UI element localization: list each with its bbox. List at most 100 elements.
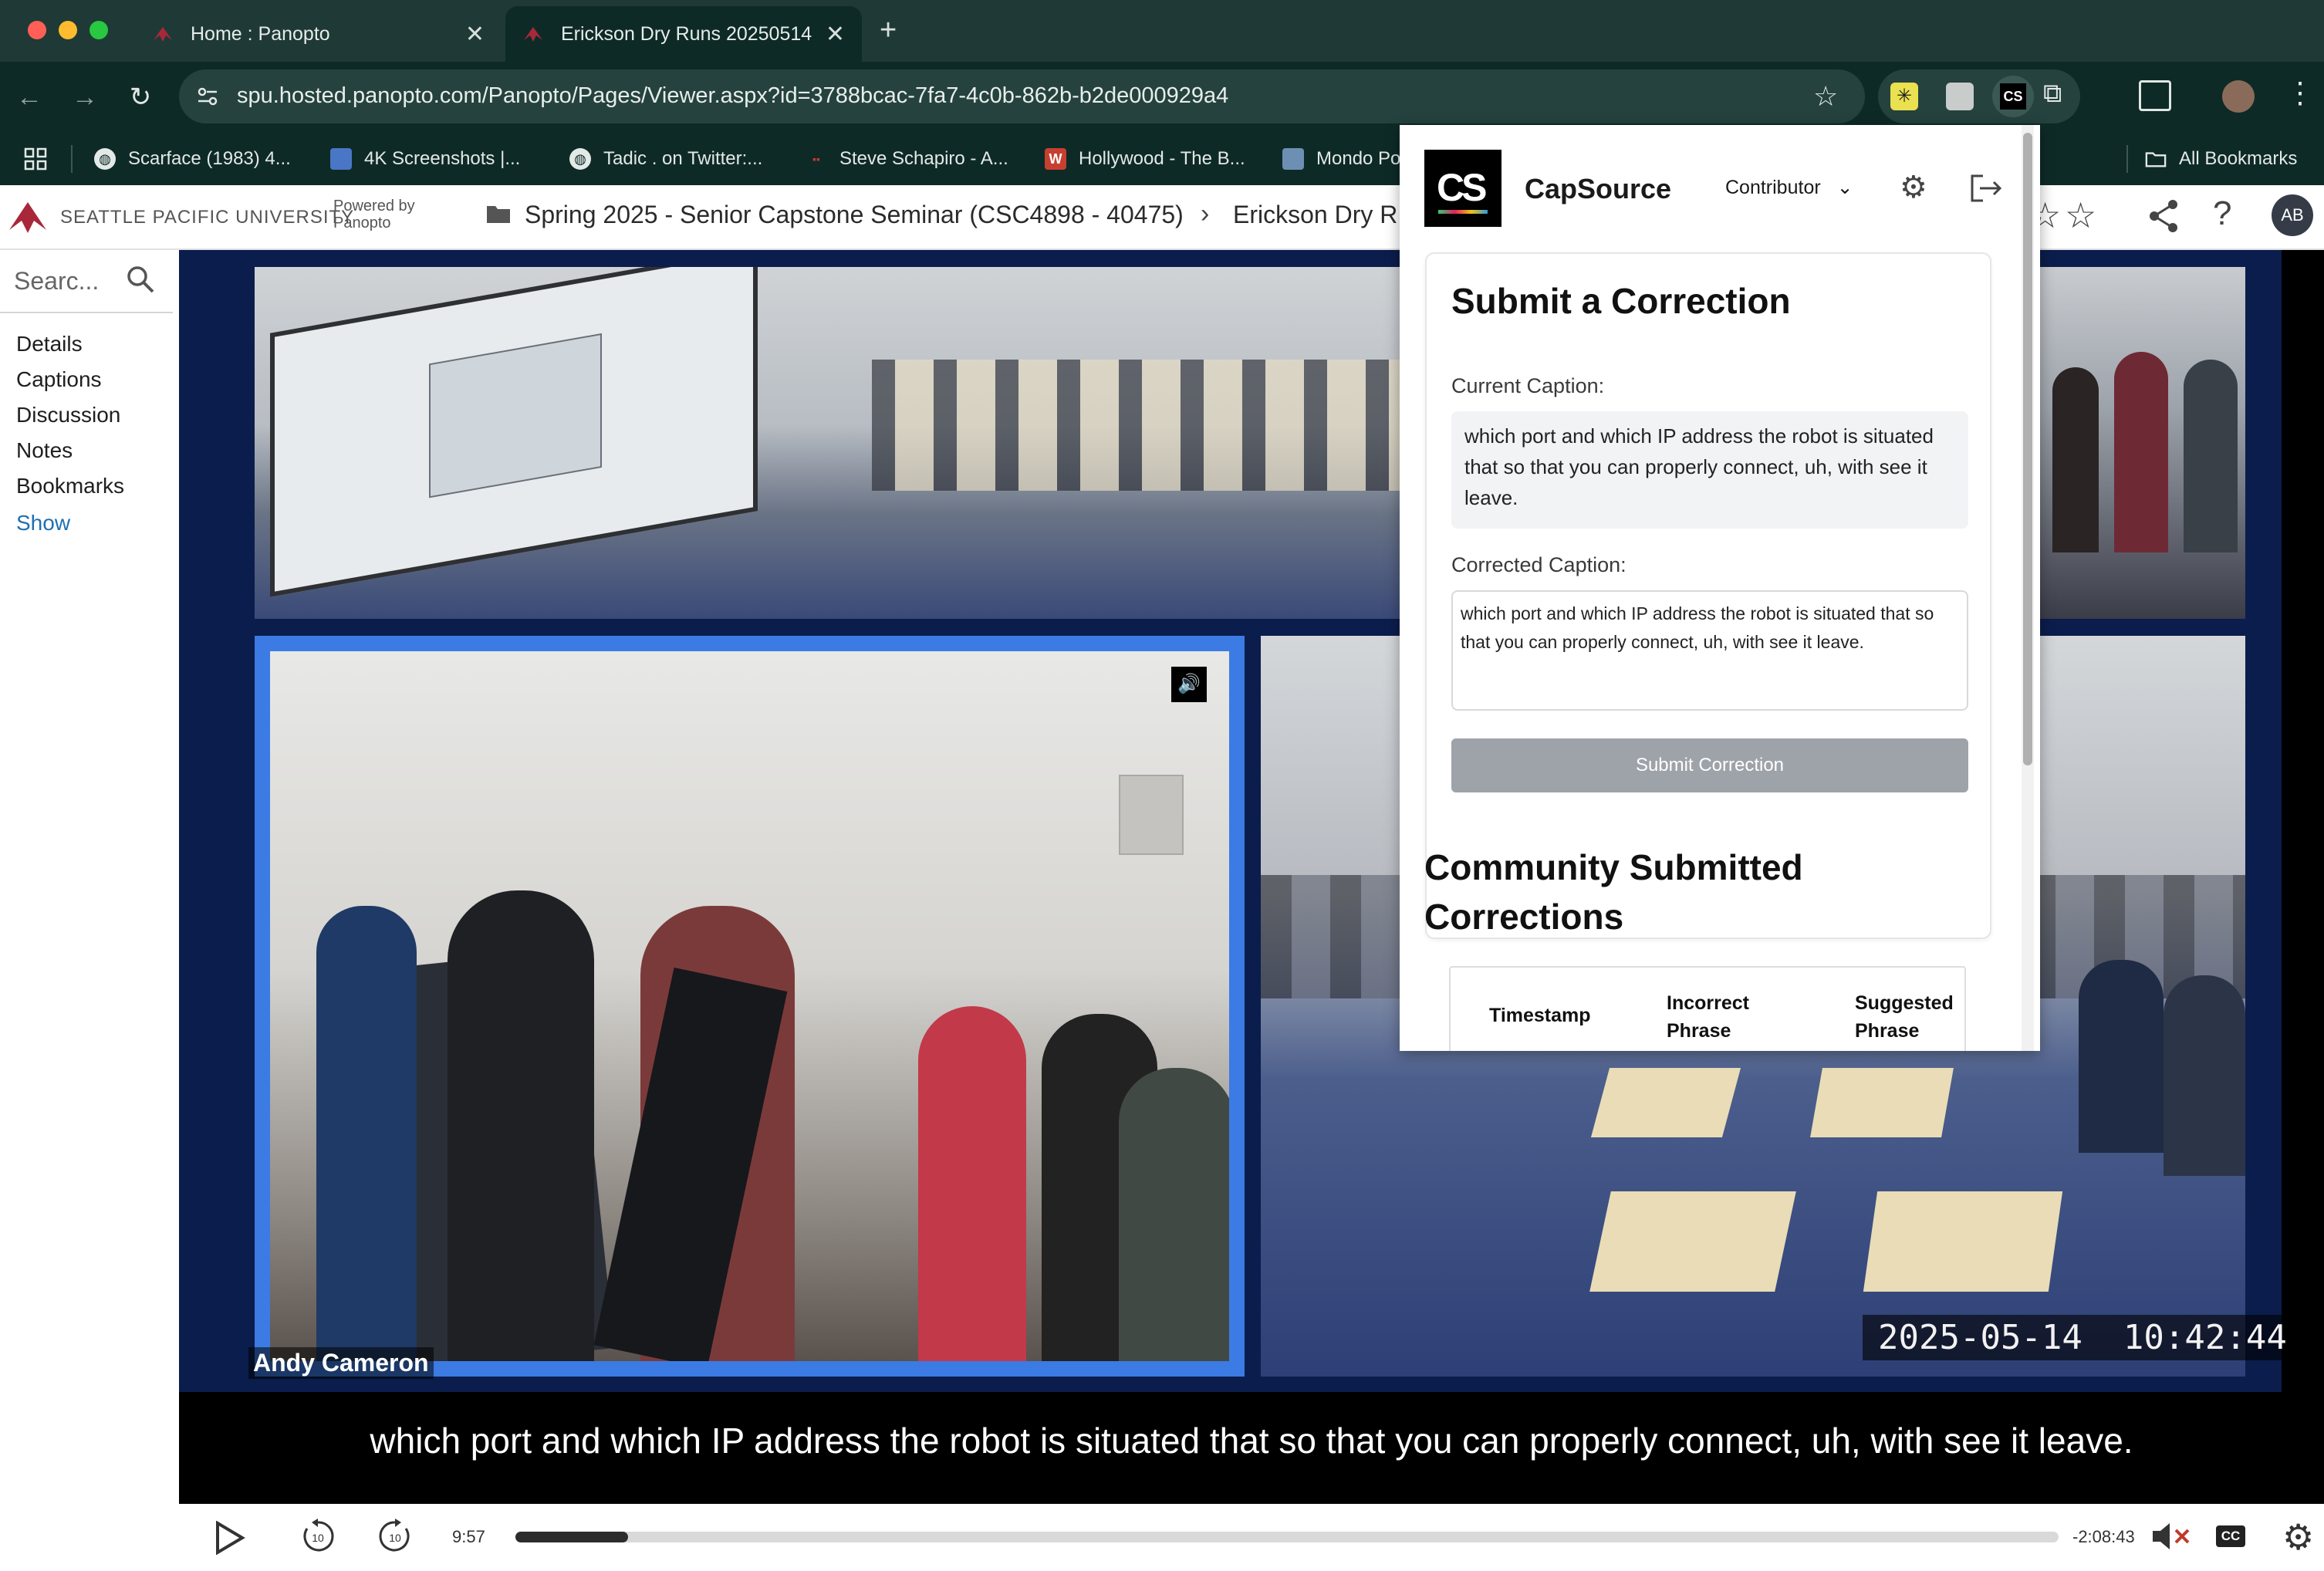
sidebar-item-notes[interactable]: Notes [16,438,73,463]
tab-title: Erickson Dry Runs 20250514 [561,22,812,45]
all-bookmarks[interactable]: All Bookmarks [2145,144,2297,174]
panopto-favicon-icon [152,23,174,45]
close-tab-icon[interactable]: ✕ [465,21,485,48]
mute-icon[interactable] [2151,1521,2191,1556]
share-icon[interactable] [2148,199,2179,237]
tab-search-icon[interactable] [2139,80,2171,111]
table-header-incorrect: Incorrect Phrase [1667,992,1749,1042]
role-label: Contributor [1725,177,1821,198]
bookmark-item[interactable]: Mondo Po [1282,144,1400,174]
card-title: Submit a Correction [1451,281,1791,321]
capsource-extension-icon[interactable]: CS [1992,76,2034,117]
breadcrumb-folder[interactable]: Spring 2025 - Senior Capstone Seminar (C… [525,201,1184,229]
extensions-puzzle-icon[interactable]: ⧉ [2043,79,2062,109]
breadcrumb-session: Erickson Dry R [1233,201,1398,228]
globe-icon: ◍ [94,148,116,170]
folder-icon [2145,148,2167,170]
bookmark-item[interactable]: ◍ Tadic . on Twitter:... [569,144,762,174]
maximize-window-button[interactable] [90,21,108,39]
bookmark-item[interactable]: ▪▪ Steve Schapiro - A... [806,144,1008,174]
extensions-group: ✳ CS ⧉ [1878,69,2080,123]
capsource-popup: CS CapSource Contributor ⌄ ⚙ Submit a Co… [1400,125,2040,1051]
capsource-logo: CS [1424,150,1501,227]
back-button[interactable]: ← [11,79,48,116]
url-text: spu.hosted.panopto.com/Panopto/Pages/Vie… [237,83,1229,108]
bookmark-item[interactable]: 4K Screenshots |... [330,144,520,174]
bookmark-favicon-icon: W [1045,148,1066,170]
bookmark-favicon-icon: ▪▪ [812,153,820,165]
bookmark-item[interactable]: ◍ Scarface (1983) 4... [94,144,291,174]
logout-icon[interactable] [1969,173,2003,208]
close-window-button[interactable] [28,21,46,39]
table-header-timestamp: Timestamp [1489,1005,1591,1026]
viewer-sidebar: Searc... Details Captions Discussion Not… [0,250,179,1571]
seek-progress [515,1532,628,1542]
current-caption-label: Current Caption: [1451,374,1605,397]
sidebar-item-captions[interactable]: Captions [16,367,102,392]
bookmark-star-icon[interactable]: ☆ [1813,80,1838,113]
corrections-table: Timestamp Incorrect Phrase Suggested Phr… [1449,966,1966,1051]
bookmark-item[interactable]: W Hollywood - The B... [1045,144,1245,174]
chevron-down-icon: ⌄ [1836,177,1853,198]
browser-toolbar: ← → ↻ spu.hosted.panopto.com/Panopto/Pag… [0,62,2324,133]
current-caption-text: which port and which IP address the robo… [1451,411,1968,529]
reload-button[interactable]: ↻ [122,79,159,116]
rewind-10-icon[interactable]: 10 [299,1518,336,1559]
tab-title: Home : Panopto [191,22,330,45]
avatar[interactable]: AB [2272,194,2313,236]
sidebar-item-details[interactable]: Details [16,332,83,356]
help-icon[interactable]: ? [2213,194,2231,233]
browser-menu-icon[interactable]: ⋮ [2285,76,2315,110]
table-header-suggested: Suggested Phrase [1855,992,1954,1042]
closed-captions-button[interactable]: CC [2216,1525,2245,1547]
search-input[interactable]: Searc... [14,267,99,296]
minimize-window-button[interactable] [59,21,77,39]
popup-scrollbar-thumb[interactable] [2023,133,2032,765]
university-name: SEATTLE PACIFIC UNIVERSITY [60,207,355,228]
camera-frame-right-top [2037,267,2245,619]
svg-text:10: 10 [389,1532,401,1544]
apps-grid-icon[interactable] [23,144,48,174]
camera-frame-panorama [255,267,1576,619]
tab-erickson-dry-runs[interactable]: Erickson Dry Runs 20250514 ✕ [505,6,862,62]
community-corrections-title: Community Submitted Corrections [1424,847,1803,937]
bookmark-favicon-icon [1282,148,1304,170]
sidebar-item-bookmarks[interactable]: Bookmarks [16,474,124,498]
play-button[interactable] [214,1520,245,1559]
camera-frame-speaker: 🔊 [255,636,1245,1377]
powered-by-panopto: Powered by Panopto [333,198,415,231]
spu-logo-icon[interactable] [8,199,48,237]
settings-gear-icon[interactable]: ⚙ [2282,1516,2314,1558]
speaker-volume-icon[interactable]: 🔊 [1171,667,1207,702]
role-select[interactable]: Contributor ⌄ [1725,176,1853,199]
submit-correction-button[interactable]: Submit Correction [1451,738,1968,792]
tab-home-panopto[interactable]: Home : Panopto ✕ [135,6,502,62]
extension-slash-icon[interactable] [1946,83,1974,110]
globe-icon: ◍ [569,148,591,170]
recording-timestamp: 2025-05-14 10:42:44 [1863,1315,2302,1360]
playback-controls: 10 10 9:57 -2:08:43 CC ⚙ [179,1504,2324,1571]
search-icon[interactable] [125,264,156,299]
close-tab-icon[interactable]: ✕ [826,21,845,48]
profile-avatar[interactable] [2222,80,2255,113]
submit-correction-card: Submit a Correction Current Caption: whi… [1425,252,1991,939]
new-tab-button[interactable]: + [880,14,897,47]
brand-name: CapSource [1525,173,1672,204]
sidebar-item-discussion[interactable]: Discussion [16,403,120,427]
forward-button[interactable]: → [66,79,103,116]
forward-10-icon[interactable]: 10 [377,1518,414,1559]
sidebar-show-link[interactable]: Show [16,511,70,535]
elapsed-time: 9:57 [452,1527,485,1546]
projector-screen [270,267,758,597]
bookmark-favicon-icon [330,148,352,170]
site-settings-icon[interactable] [196,85,219,112]
settings-gear-icon[interactable]: ⚙ [1900,170,1927,205]
extension-asterisk-icon[interactable]: ✳ [1890,83,1918,110]
tab-strip: Home : Panopto ✕ Erickson Dry Runs 20250… [0,0,2324,62]
address-bar[interactable]: spu.hosted.panopto.com/Panopto/Pages/Vie… [179,69,1865,123]
corrected-caption-textarea[interactable]: which port and which IP address the robo… [1451,590,1968,711]
rating-star-icon[interactable]: ☆ [2065,194,2096,236]
folder-icon [486,204,511,228]
search-box[interactable]: Searc... [0,250,173,313]
seek-bar[interactable] [515,1532,2059,1542]
